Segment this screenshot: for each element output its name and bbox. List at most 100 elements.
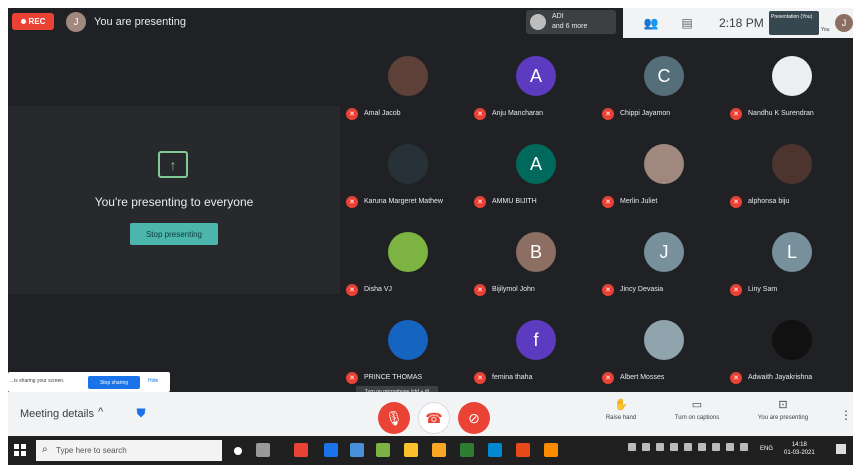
participant-avatar <box>772 320 812 360</box>
app-icon[interactable] <box>324 443 338 457</box>
mic-off-icon: ✕ <box>730 196 742 208</box>
self-avatar[interactable]: J <box>835 14 853 32</box>
participant-avatar: f <box>516 320 556 360</box>
participant-tile[interactable]: f ✕ femina thaha <box>472 302 600 390</box>
participant-name: Jincy Devasia <box>620 286 664 293</box>
microphone-button[interactable]: 🎙 <box>378 402 410 434</box>
participant-name: Anju Mancharan <box>492 110 543 117</box>
participant-name: femina thaha <box>492 374 533 381</box>
mic-off-icon: ✕ <box>602 372 614 384</box>
shield-icon[interactable]: ⛊ <box>134 406 148 422</box>
participant-tile[interactable]: ✕ Amal Jacob <box>344 38 472 126</box>
participant-grid: ✕ Amal Jacob A ✕ Anju Mancharan C ✕ Chippi Jaya… <box>344 38 853 398</box>
participant-tile[interactable]: A ✕ Anju Mancharan <box>472 38 600 126</box>
participant-tile[interactable]: ✕ Karuna Margeret Mathew <box>344 126 472 214</box>
meet-window: REC J You are presenting ADI and 6 more … <box>8 8 853 436</box>
system-tray[interactable] <box>628 443 748 457</box>
mic-off-icon: ✕ <box>346 372 358 384</box>
stop-presenting-button[interactable]: Stop presenting <box>130 223 218 245</box>
speaker-more: and 6 more <box>552 23 588 30</box>
participant-name: Adwaith Jayakrishna <box>748 374 813 381</box>
participant-tile[interactable]: ✕ Nandhu K Surendran <box>728 38 853 126</box>
participant-name: Disha VJ <box>364 286 393 293</box>
cortana-icon[interactable] <box>234 447 242 455</box>
more-options-icon[interactable]: ⋮ <box>840 408 852 422</box>
participant-tile[interactable]: C ✕ Chippi Jayamon <box>600 38 728 126</box>
participant-name: AMMU BIJITH <box>492 198 537 205</box>
chat-icon[interactable]: ▤ <box>679 15 695 31</box>
mic-off-icon: ✕ <box>474 372 486 384</box>
participant-avatar <box>772 56 812 96</box>
record-dot-icon <box>20 19 26 24</box>
presentation-thumbnail[interactable]: Presentation (You) <box>769 11 819 35</box>
start-button[interactable] <box>14 444 26 456</box>
app-icon[interactable] <box>516 443 530 457</box>
participant-avatar: B <box>516 232 556 272</box>
participant-tile[interactable]: ✕ alphonsa biju <box>728 126 853 214</box>
mic-off-icon: 🎙 <box>385 409 403 426</box>
chevron-up-icon[interactable]: ^ <box>98 406 103 418</box>
participant-tile[interactable]: ✕ Adwaith Jayakrishna <box>728 302 853 390</box>
presenting-panel: ↑ You're presenting to everyone Stop pre… <box>8 106 340 294</box>
meeting-controls-bar: Meeting details ^ ⛊ 🎙 ☎ ⊘ ✋ Raise hand ▭… <box>8 392 853 436</box>
mic-off-icon: ✕ <box>346 196 358 208</box>
captions-label: Turn on captions <box>674 415 720 421</box>
mic-off-icon: ✕ <box>346 284 358 296</box>
captions-icon: ▭ <box>691 399 703 411</box>
people-icon[interactable]: 👥 <box>643 15 659 31</box>
taskbar-clock[interactable]: 14:18 01-03-2021 <box>784 441 815 457</box>
hide-link[interactable]: Hide <box>148 378 158 384</box>
leave-call-button[interactable]: ☎ <box>418 402 450 434</box>
participant-tile[interactable]: A ✕ AMMU BIJITH <box>472 126 600 214</box>
captions-button[interactable]: ▭ Turn on captions <box>662 398 732 421</box>
participant-tile[interactable]: ✕ PRINCE THOMAS <box>344 302 472 390</box>
folder-icon[interactable] <box>404 443 418 457</box>
top-right-panel: 👥 ▤ 2:18 PM Presentation (You) You J <box>623 8 853 38</box>
participant-name: Bijilymol John <box>492 286 535 293</box>
participant-tile[interactable]: ✕ Merlin Juliet <box>600 126 728 214</box>
sharing-notification: ...is sharing your screen. Stop sharing … <box>8 372 170 392</box>
mic-off-icon: ✕ <box>474 196 486 208</box>
speaker-avatar <box>530 14 546 30</box>
app-icon[interactable] <box>544 443 558 457</box>
mic-off-icon: ✕ <box>346 108 358 120</box>
participant-name: alphonsa biju <box>748 198 790 205</box>
excel-icon[interactable] <box>460 443 474 457</box>
speaker-chip[interactable]: ADI and 6 more <box>526 10 616 34</box>
participant-tile[interactable]: L ✕ Liny Sam <box>728 214 853 302</box>
participant-name: Merlin Juliet <box>620 198 658 205</box>
participant-tile[interactable]: ✕ Albert Mosses <box>600 302 728 390</box>
notification-icon[interactable] <box>836 444 846 454</box>
present-now-button[interactable]: ⊡ You are presenting <box>748 398 818 421</box>
stop-sharing-button[interactable]: Stop sharing <box>88 376 140 389</box>
participant-name: Karuna Margeret Mathew <box>364 198 443 205</box>
chrome-icon[interactable] <box>294 443 308 457</box>
participant-avatar <box>644 320 684 360</box>
task-view-icon[interactable] <box>256 443 270 457</box>
participant-name: Liny Sam <box>748 286 778 293</box>
participant-name: Albert Mosses <box>620 374 665 381</box>
windows-taskbar: ⌕ Type here to search ENG 14:18 01-03-20… <box>8 436 853 465</box>
mic-off-icon: ✕ <box>602 196 614 208</box>
participant-name: PRINCE THOMAS <box>364 374 423 381</box>
language-indicator[interactable]: ENG <box>760 446 773 452</box>
raise-hand-button[interactable]: ✋ Raise hand <box>586 398 656 421</box>
taskbar-search[interactable]: ⌕ Type here to search <box>36 440 222 461</box>
sharing-text: ...is sharing your screen. <box>10 378 65 384</box>
hand-icon: ✋ <box>614 399 628 411</box>
app-icon[interactable] <box>432 443 446 457</box>
participant-tile[interactable]: J ✕ Jincy Devasia <box>600 214 728 302</box>
raise-hand-label: Raise hand <box>605 415 637 421</box>
app-icon[interactable] <box>376 443 390 457</box>
mic-off-icon: ✕ <box>474 284 486 296</box>
participant-tile[interactable]: ✕ Disha VJ <box>344 214 472 302</box>
top-bar: REC J You are presenting ADI and 6 more … <box>8 8 853 38</box>
participant-avatar: A <box>516 144 556 184</box>
edge-icon[interactable] <box>488 443 502 457</box>
meeting-details-button[interactable]: Meeting details <box>20 408 94 420</box>
participant-name: Chippi Jayamon <box>620 110 671 117</box>
taskbar-date: 01-03-2021 <box>784 450 815 456</box>
app-icon[interactable] <box>350 443 364 457</box>
camera-button[interactable]: ⊘ <box>458 402 490 434</box>
participant-tile[interactable]: B ✕ Bijilymol John <box>472 214 600 302</box>
